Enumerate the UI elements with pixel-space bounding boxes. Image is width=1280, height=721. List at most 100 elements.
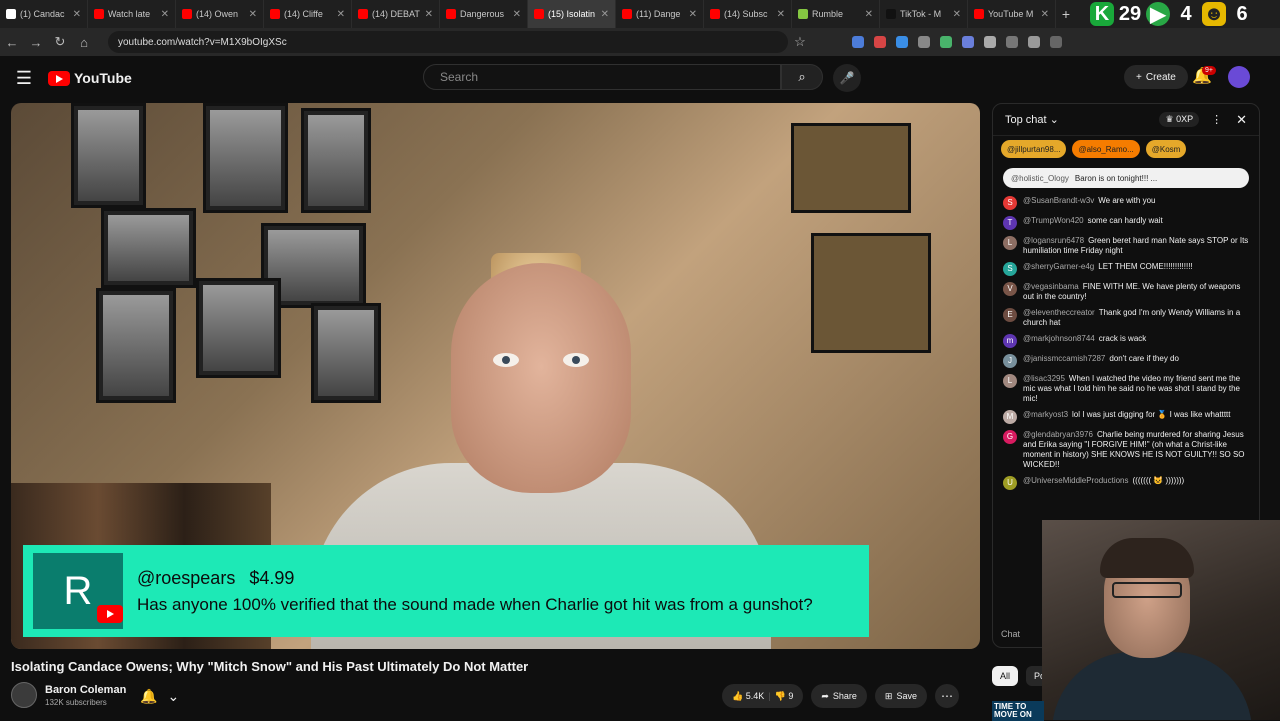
bookmark-star-icon[interactable]: ☆ <box>788 34 812 50</box>
extension-icon[interactable] <box>896 36 908 48</box>
search-icon[interactable]: ⌕ <box>781 64 823 90</box>
browser-tab[interactable]: (1) Candac ✕ <box>0 0 88 28</box>
streamer-hair <box>1100 538 1194 578</box>
chat-message[interactable]: V @vegasinbama FINE WITH ME. We have plent… <box>1003 282 1249 302</box>
back-icon[interactable]: ← <box>0 35 24 50</box>
tab-close-icon[interactable]: ✕ <box>157 9 169 20</box>
sidebar-ad-thumbnail[interactable]: TIME TO MOVE ON <box>992 701 1044 721</box>
create-label: Create <box>1145 71 1176 83</box>
extension-icon[interactable] <box>940 36 952 48</box>
browser-tab[interactable]: (14) DEBAT ✕ <box>352 0 440 28</box>
chat-username: @janissmccamish7287 <box>1023 354 1106 363</box>
tab-close-icon[interactable]: ✕ <box>773 9 785 20</box>
extension-icon[interactable] <box>874 36 886 48</box>
chat-text: some can hardly wait <box>1087 216 1163 225</box>
search-input[interactable]: Search <box>423 64 781 90</box>
share-button[interactable]: ➦ Share <box>811 684 867 708</box>
chat-input[interactable]: Chat <box>1001 629 1020 639</box>
chevron-down-icon[interactable]: ⌄ <box>167 688 179 705</box>
extension-icon[interactable] <box>852 36 864 48</box>
eye <box>563 353 589 367</box>
extension-icon[interactable] <box>918 36 930 48</box>
create-button[interactable]: + Create <box>1124 65 1188 89</box>
forward-icon[interactable]: → <box>24 35 48 50</box>
chat-text: don't care if they do <box>1109 354 1179 363</box>
browser-tab[interactable]: Watch late ✕ <box>88 0 176 28</box>
ticker-item[interactable]: @also_Ramo... <box>1072 140 1140 158</box>
tab-close-icon[interactable]: ✕ <box>1037 9 1049 20</box>
browser-tab[interactable]: (14) Subsc ✕ <box>704 0 792 28</box>
tab-close-icon[interactable]: ✕ <box>861 9 873 20</box>
extension-icon[interactable] <box>1028 36 1040 48</box>
chat-message[interactable]: U @UniverseMiddleProductions((((((( 😺 )))… <box>1003 476 1249 490</box>
more-options-icon[interactable]: ⋯ <box>934 684 959 708</box>
url-field[interactable]: youtube.com/watch?v=M1X9bOIgXSc <box>108 31 788 53</box>
close-icon[interactable]: ✕ <box>1236 112 1247 128</box>
save-button[interactable]: ⊞ Save <box>874 684 927 708</box>
browser-tab[interactable]: (14) Owen ✕ <box>176 0 264 28</box>
chat-message[interactable]: S @SusanBrandt-w3v We are with you <box>1003 196 1249 210</box>
chat-message[interactable]: S @sherryGarner-e4g LET THEM COME!!!!!!!!!… <box>1003 262 1249 276</box>
microphone-icon[interactable]: 🎤 <box>833 64 861 92</box>
browser-tab[interactable]: (11) Dange ✕ <box>616 0 704 28</box>
chat-message[interactable]: m @markjohnson8744 crack is wack <box>1003 334 1249 348</box>
ticker-item[interactable]: @jillpurtan98... <box>1001 140 1067 158</box>
extension-icons <box>852 36 1062 48</box>
hamburger-menu-icon[interactable]: ☰ <box>0 68 48 89</box>
account-avatar[interactable] <box>1228 66 1250 88</box>
subscribe-bell[interactable]: 🔔 ⌄ <box>140 688 179 705</box>
tab-close-icon[interactable]: ✕ <box>597 9 609 20</box>
extension-icon[interactable] <box>984 36 996 48</box>
reload-icon[interactable]: ↻ <box>48 34 72 50</box>
channel-name[interactable]: Baron Coleman <box>45 684 126 696</box>
browser-tab[interactable]: YouTube M ✕ <box>968 0 1056 28</box>
xp-badge[interactable]: ♛ 0XP <box>1159 112 1200 127</box>
chat-message[interactable]: L @lisac3295 When I watched the video my f… <box>1003 374 1249 404</box>
bell-icon[interactable]: 🔔 <box>140 688 157 705</box>
chip-all[interactable]: All <box>992 666 1019 686</box>
ticker-item[interactable]: @Kosm <box>1145 140 1187 158</box>
chat-more-icon[interactable]: ⋮ <box>1211 113 1222 126</box>
eye <box>493 353 519 367</box>
tab-label: Rumble <box>812 9 844 19</box>
chat-mode-dropdown[interactable]: Top chat ⌄ <box>1005 113 1059 126</box>
dislike-button[interactable]: 👎 9 <box>775 691 794 702</box>
overlay-number-3: 6 <box>1236 2 1248 25</box>
tab-close-icon[interactable]: ✕ <box>685 9 697 20</box>
chat-avatar: J <box>1003 354 1017 368</box>
tab-close-icon[interactable]: ✕ <box>949 9 961 20</box>
chat-message[interactable]: E @eleventheccreator Thank god I'm only We… <box>1003 308 1249 328</box>
chat-text: crack is wack <box>1098 334 1147 343</box>
chat-message[interactable]: M @markyost3 lol I was just digging for 🏅 … <box>1003 410 1249 424</box>
chat-message[interactable]: L @logansrun6478 Green beret hard man Nate… <box>1003 236 1249 256</box>
chat-message[interactable]: J @janissmccamish7287 don't care if they d… <box>1003 354 1249 368</box>
chat-username: @SusanBrandt-w3v <box>1023 196 1095 205</box>
extension-icon[interactable] <box>962 36 974 48</box>
browser-tab[interactable]: (15) Isolatin ✕ <box>528 0 616 28</box>
extension-icon[interactable] <box>1050 36 1062 48</box>
new-tab-icon[interactable]: + <box>1056 6 1076 22</box>
chevron-down-icon: ⌄ <box>1049 114 1059 126</box>
home-icon[interactable]: ⌂ <box>72 35 96 50</box>
subscriber-count: 132K subscribers <box>45 697 107 707</box>
extension-icon[interactable] <box>1006 36 1018 48</box>
youtube-logo[interactable]: YouTube <box>48 70 132 86</box>
stream-overlay: K 29 ▶ 4 ☻ 6 <box>1090 2 1254 26</box>
tab-close-icon[interactable]: ✕ <box>509 9 521 20</box>
like-button[interactable]: 👍 5.4K <box>732 691 764 702</box>
browser-tab[interactable]: Dangerous ✕ <box>440 0 528 28</box>
chat-username: @sherryGarner-e4g <box>1023 262 1095 271</box>
browser-tab[interactable]: (14) Cliffe ✕ <box>264 0 352 28</box>
chat-avatar: G <box>1003 430 1017 444</box>
tab-close-icon[interactable]: ✕ <box>421 9 433 20</box>
channel-avatar[interactable] <box>11 682 37 708</box>
chat-username: @markjohnson8744 <box>1023 334 1095 343</box>
tab-close-icon[interactable]: ✕ <box>245 9 257 20</box>
browser-tab[interactable]: TikTok - M ✕ <box>880 0 968 28</box>
browser-tab[interactable]: Rumble ✕ <box>792 0 880 28</box>
chat-message[interactable]: G @glendabryan3976 Charlie being murdered … <box>1003 430 1249 470</box>
tab-close-icon[interactable]: ✕ <box>333 9 345 20</box>
tab-close-icon[interactable]: ✕ <box>69 9 81 20</box>
chat-message[interactable]: T @TrumpWon420 some can hardly wait <box>1003 216 1249 230</box>
pinned-message[interactable]: @holistic_Ology Baron is on tonight!!! .… <box>1003 168 1249 188</box>
